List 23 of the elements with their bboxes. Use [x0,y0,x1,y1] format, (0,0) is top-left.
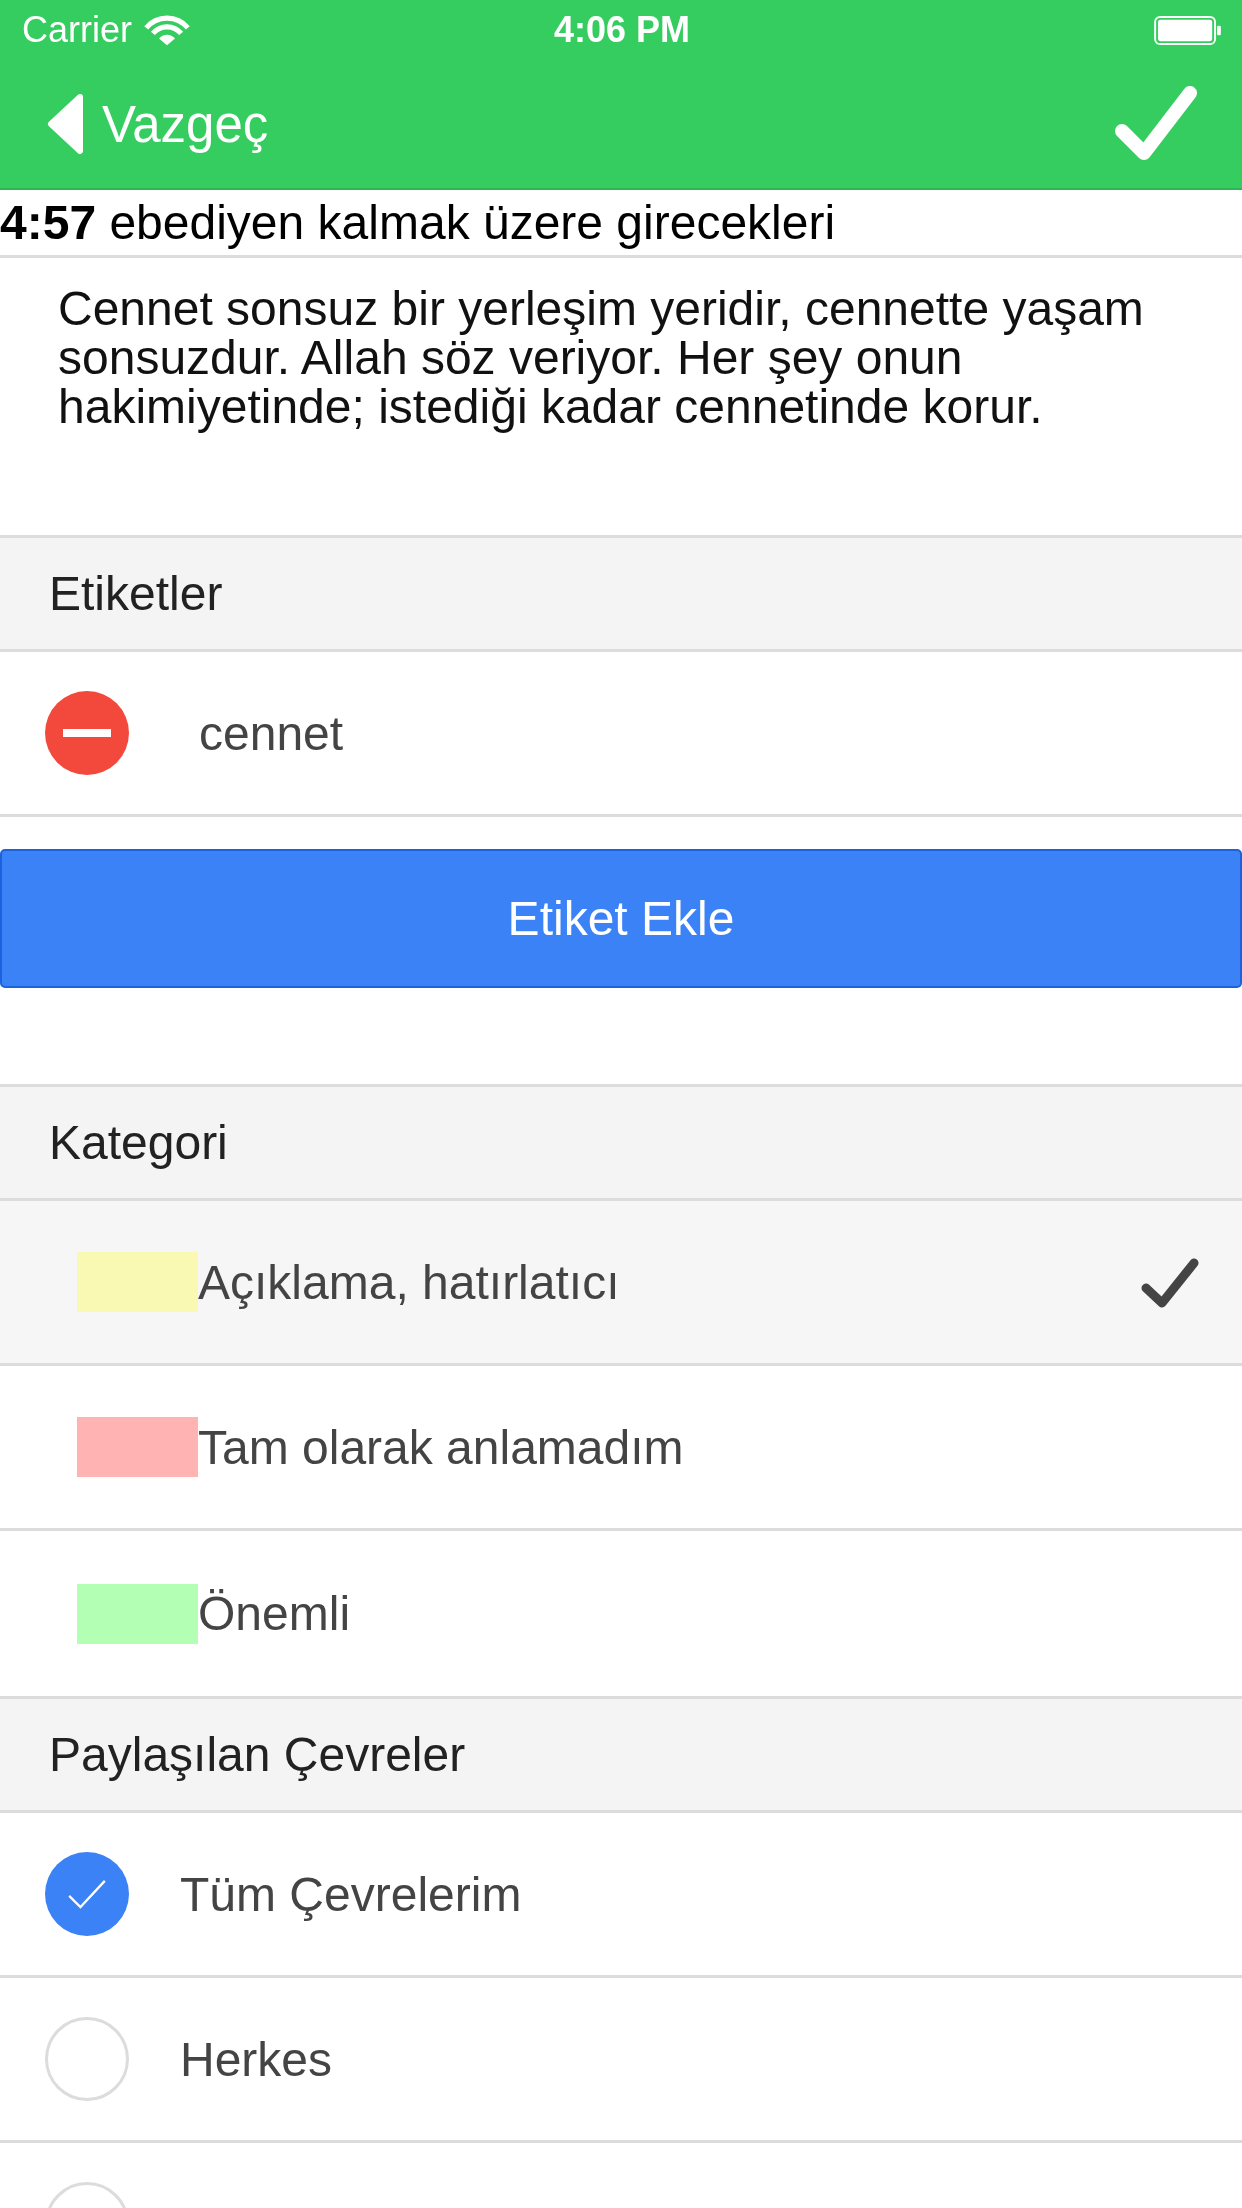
checkmark-icon [1140,1256,1200,1308]
category-label: Önemli [198,1586,352,1641]
done-button[interactable] [1114,85,1198,163]
category-item[interactable]: Açıklama, hatırlatıcı [0,1201,1242,1366]
circle-label: Tüm Çevrelerim [180,1866,522,1922]
note-text: Cennet sonsuz bir yerleşim yeridir, cennette yaşam sonsuzdur. Allah söz veriyor. Her şey onun hakimiyetinde; istediği kadar cennetinde korur. [58,284,1145,431]
wifi-icon [144,14,190,46]
back-chevron-icon [46,93,84,155]
section-title: Kategori [49,1115,228,1170]
section-title: Etiketler [49,566,223,621]
category-label: Açıklama, hatırlatıcı [198,1254,621,1310]
checkmark-icon [67,1879,107,1909]
add-tag-button[interactable]: Etiket Ekle [0,849,1242,988]
section-title: Paylaşılan Çevreler [49,1727,466,1782]
battery-icon [1154,15,1222,45]
carrier-name: Carrier [22,9,132,51]
checkmark-icon [1114,85,1198,163]
category-label: Tam olarak anlamadım [198,1419,685,1475]
circle-label: Herkes [180,2031,333,2087]
verse-title: 4:57 ebediyen kalmak üzere girecekleri [0,195,836,250]
clock-time: 4:06 PM [553,9,691,51]
tag-label: cennet [199,705,344,761]
remove-tag-icon[interactable] [45,691,129,775]
